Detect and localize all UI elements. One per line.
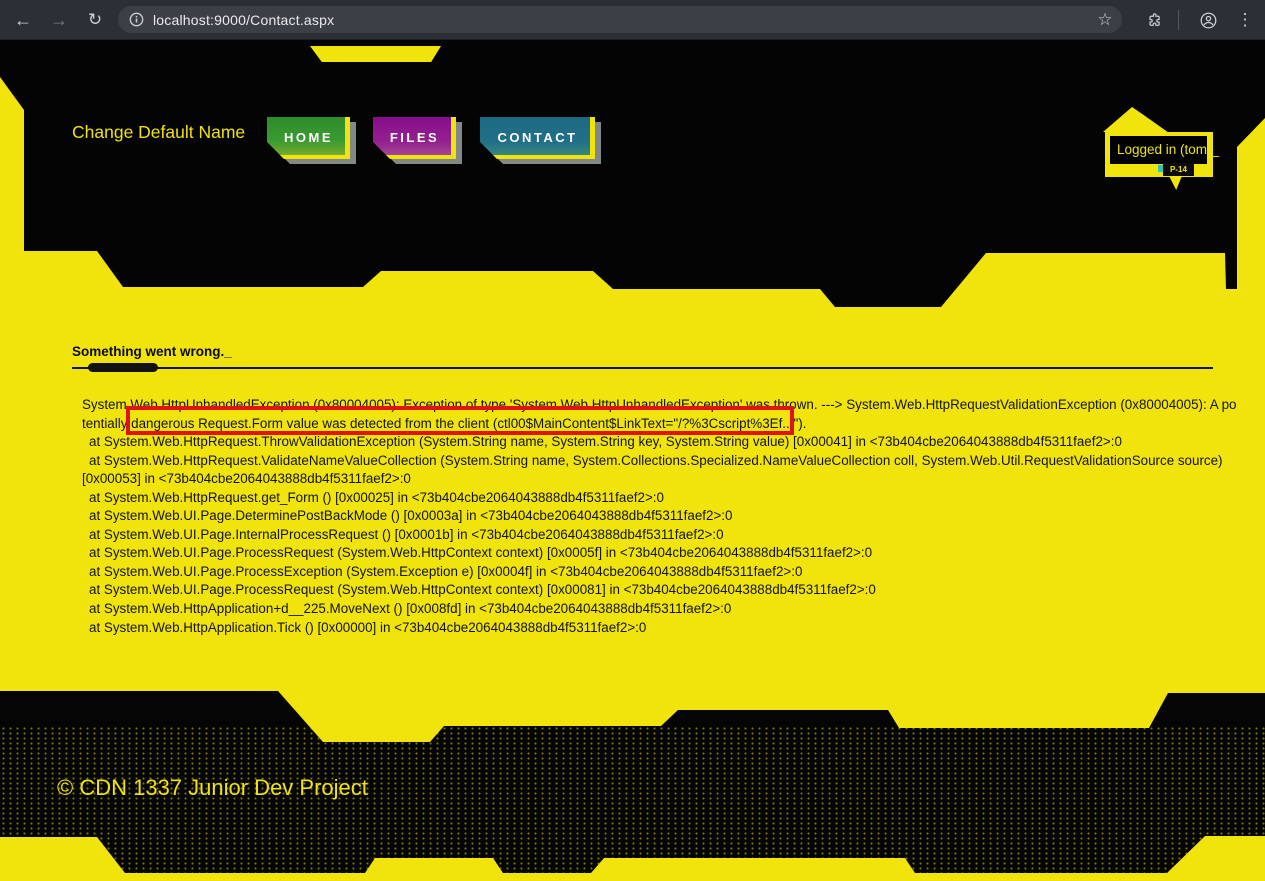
nav-button-contact[interactable]: CONTACT: [480, 117, 595, 159]
browser-toolbar: ← → ↻ localhost:9000/Contact.aspx ☆ ⋮: [0, 0, 1265, 40]
stack-trace-line: at System.Web.HttpRequest.ThrowValidatio…: [82, 433, 1212, 452]
header-notch-decoration: [310, 46, 441, 62]
stack-trace-line: at System.Web.HttpRequest.get_Form () [0…: [82, 489, 1212, 508]
forward-button[interactable]: →: [44, 0, 74, 40]
cursor-position-tag: P-14: [1163, 163, 1194, 176]
stack-trace-line: at System.Web.UI.Page.ProcessRequest (Sy…: [82, 544, 1212, 563]
footer-dot-pattern: [0, 726, 1265, 881]
url-text[interactable]: localhost:9000/Contact.aspx: [153, 12, 334, 28]
stack-trace-line: at System.Web.HttpRequest.ValidateNameVa…: [82, 452, 1212, 471]
site-title-link[interactable]: Change Default Name: [72, 122, 245, 143]
reload-button[interactable]: ↻: [80, 0, 110, 40]
stack-trace-line: at System.Web.UI.Page.InternalProcessReq…: [82, 526, 1212, 545]
nav-button-home[interactable]: HOME: [267, 117, 350, 159]
login-status-text: Logged in (tom)_: [1110, 136, 1207, 164]
menu-kebab-icon[interactable]: ⋮: [1232, 0, 1258, 40]
bookmark-star-icon[interactable]: ☆: [1092, 0, 1118, 40]
nav-button-files-label: FILES: [373, 117, 456, 159]
stack-trace-line: at System.Web.HttpApplication+d__225.Mov…: [82, 600, 1212, 619]
toolbar-separator: [1178, 10, 1179, 30]
nav-button-files[interactable]: FILES: [373, 117, 456, 159]
stack-trace-line: at System.Web.HttpApplication.Tick () [0…: [82, 619, 1212, 638]
extensions-icon[interactable]: [1142, 8, 1166, 32]
header-band-decoration: [0, 40, 1265, 310]
stack-trace-line: at System.Web.UI.Page.ProcessException (…: [82, 563, 1212, 582]
heading-underline-pill: [88, 363, 158, 372]
stack-trace-line: [0x00053] in <73b404cbe2064043888db4f531…: [82, 470, 1212, 489]
error-heading: Something went wrong._: [72, 344, 232, 359]
error-highlight-box: [126, 406, 794, 435]
back-button[interactable]: ←: [8, 0, 38, 40]
site-info-icon[interactable]: [129, 12, 144, 27]
nav-button-home-label: HOME: [267, 117, 350, 159]
address-bar[interactable]: localhost:9000/Contact.aspx: [118, 6, 1122, 33]
footer-copyright: © CDN 1337 Junior Dev Project: [57, 775, 368, 801]
stack-trace-line: at System.Web.UI.Page.ProcessRequest (Sy…: [82, 581, 1212, 600]
nav-button-contact-label: CONTACT: [480, 117, 595, 159]
page: Change Default Name HOME FILES CONTACT L…: [0, 40, 1265, 881]
stack-trace-line: at System.Web.UI.Page.DeterminePostBackM…: [82, 507, 1212, 526]
heading-underline: [72, 367, 1213, 369]
profile-icon[interactable]: [1196, 8, 1220, 32]
